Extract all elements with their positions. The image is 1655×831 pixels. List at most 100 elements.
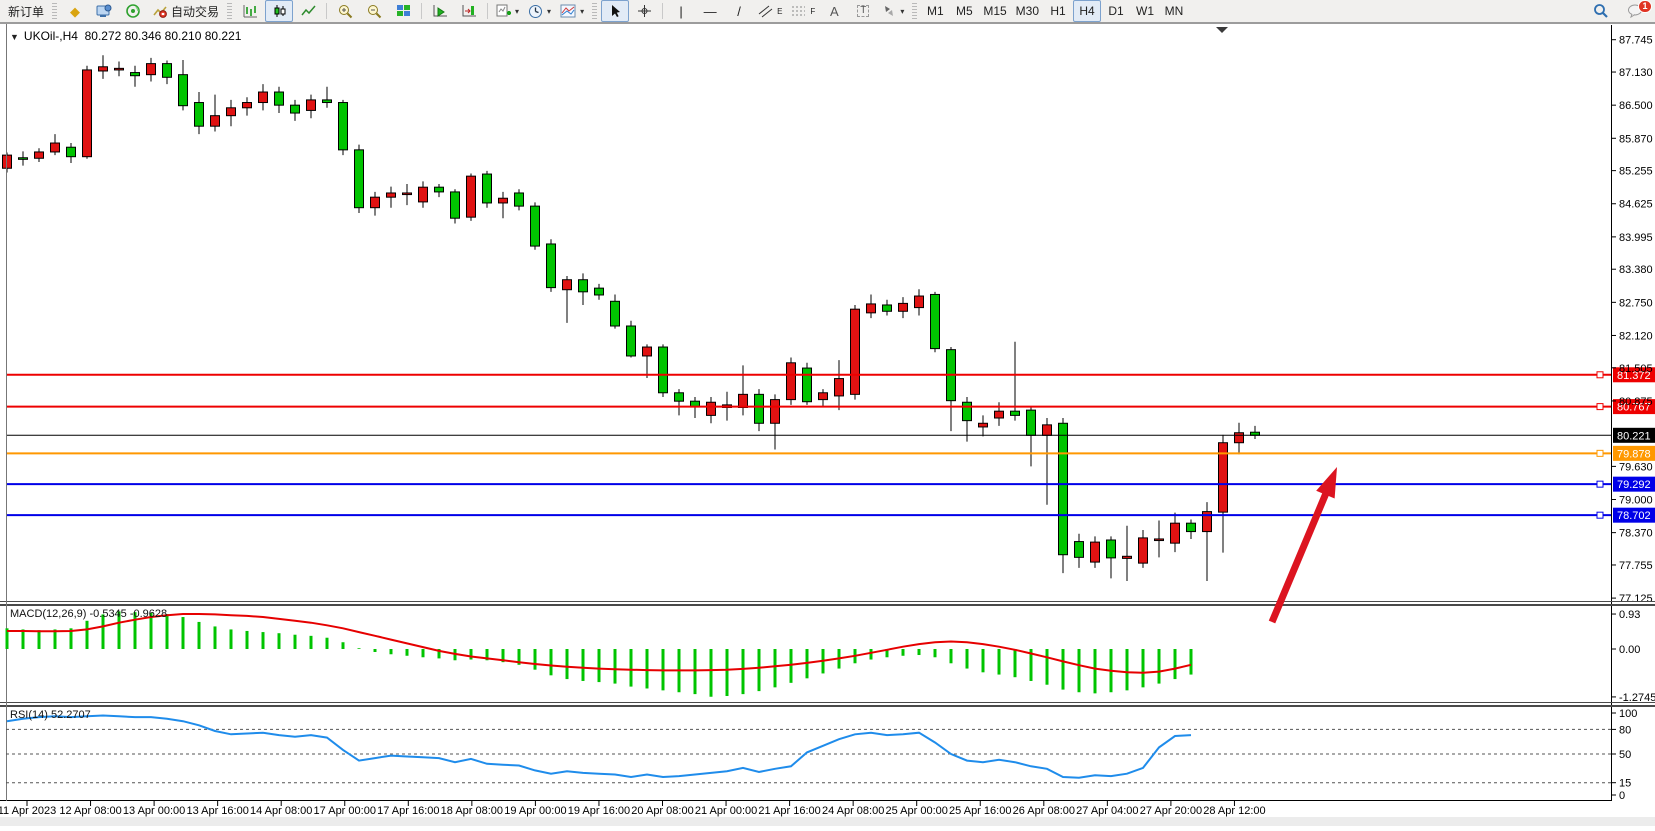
new-chart-button[interactable]: ▾ [492, 0, 523, 22]
svg-text:80.875: 80.875 [1619, 396, 1653, 408]
svg-text:85.870: 85.870 [1619, 133, 1653, 145]
horizontal-line-tool[interactable]: — [696, 0, 724, 22]
svg-text:79.878: 79.878 [1617, 448, 1651, 460]
svg-text:80.221: 80.221 [1617, 430, 1651, 442]
cursor-tool-button[interactable] [601, 0, 629, 22]
svg-text:25 Apr 00:00: 25 Apr 00:00 [886, 805, 948, 817]
label-icon: T [857, 5, 869, 17]
template-icon [560, 4, 576, 18]
metaeditor-icon[interactable]: ◆ [61, 0, 89, 22]
toolbar-grip[interactable] [227, 3, 232, 19]
svg-text:15: 15 [1619, 778, 1631, 790]
fibonacci-tool[interactable]: F [787, 0, 819, 22]
tile-windows-button[interactable] [389, 0, 417, 22]
timeframe-m1-button[interactable]: M1 [921, 0, 949, 22]
timeframe-m30-button[interactable]: M30 [1012, 0, 1043, 22]
zoom-out-button[interactable] [360, 0, 388, 22]
svg-text:100: 100 [1619, 708, 1637, 720]
toolbar-grip[interactable] [912, 3, 917, 19]
clock-icon [528, 4, 543, 19]
svg-text:27 Apr 20:00: 27 Apr 20:00 [1140, 805, 1202, 817]
svg-text:84.625: 84.625 [1619, 199, 1653, 211]
toolbar-grip[interactable] [592, 3, 597, 19]
chart-shift-icon [462, 4, 477, 18]
chart-title[interactable]: ▼UKOil-,H4 80.272 80.346 80.210 80.221 [10, 29, 241, 43]
bar-chart-type-button[interactable] [236, 0, 264, 22]
svg-text:17 Apr 16:00: 17 Apr 16:00 [377, 805, 439, 817]
crosshair-tool-button[interactable] [630, 0, 658, 22]
candlestick-icon [272, 4, 287, 18]
arrows-icon [882, 4, 896, 18]
new-order-button[interactable]: 新订单 [4, 0, 48, 22]
timeframe-d1-button[interactable]: D1 [1102, 0, 1130, 22]
channel-icon [758, 4, 774, 18]
timeframe-h1-button[interactable]: H1 [1044, 0, 1072, 22]
price-chart-canvas[interactable]: 81.37280.76780.22179.87879.29278.70287.7… [0, 23, 1655, 826]
svg-text:14 Apr 08:00: 14 Apr 08:00 [250, 805, 312, 817]
chart-shift-button[interactable] [455, 0, 483, 22]
periods-button[interactable]: ▾ [524, 0, 555, 22]
svg-text:87.745: 87.745 [1619, 35, 1653, 47]
trendline-icon: / [737, 5, 741, 18]
line-chart-type-button[interactable] [294, 0, 322, 22]
svg-text:11 Apr 2023: 11 Apr 2023 [0, 805, 56, 817]
autotrading-label: 自动交易 [171, 3, 219, 20]
bars-icon [243, 4, 258, 18]
timeframe-m5-button[interactable]: M5 [950, 0, 978, 22]
trendline-tool[interactable]: / [725, 0, 753, 22]
text-label-tool[interactable]: T [849, 0, 877, 22]
svg-text:77.755: 77.755 [1619, 560, 1653, 572]
svg-text:77.125: 77.125 [1619, 593, 1653, 605]
svg-text:12 Apr 08:00: 12 Apr 08:00 [59, 805, 121, 817]
diamond-icon: ◆ [70, 5, 80, 18]
svg-text:82.120: 82.120 [1619, 330, 1653, 342]
notifications-button[interactable]: 1 [1619, 0, 1651, 22]
chart-window: 81.37280.76780.22179.87879.29278.70287.7… [0, 23, 1655, 826]
strategy-tester-icon[interactable] [90, 0, 118, 22]
chevron-down-icon: ▾ [900, 7, 904, 16]
search-button[interactable] [1587, 0, 1615, 22]
svg-text:86.500: 86.500 [1619, 100, 1653, 112]
tile-windows-icon [396, 4, 411, 18]
toolbar-separator [662, 3, 663, 19]
macd-label[interactable]: MACD(12,26,9) -0.5345 -0.9628 [10, 608, 167, 620]
candlestick-chart-type-button[interactable] [265, 0, 293, 22]
autotrading-button[interactable]: 自动交易 [148, 0, 223, 22]
text-tool[interactable]: A [820, 0, 848, 22]
vertical-line-icon: | [679, 5, 682, 18]
new-chart-icon [496, 4, 511, 18]
channel-letter: E [777, 7, 782, 16]
zoom-in-button[interactable] [331, 0, 359, 22]
timeframe-mn-button[interactable]: MN [1160, 0, 1188, 22]
timeframe-h4-button[interactable]: H4 [1073, 0, 1101, 22]
timeframe-m15-button[interactable]: M15 [979, 0, 1010, 22]
equidistant-channel-tool[interactable]: E [754, 0, 786, 22]
toolbar-grip[interactable] [52, 3, 57, 19]
autotrading-icon [152, 4, 168, 18]
svg-text:13 Apr 16:00: 13 Apr 16:00 [186, 805, 248, 817]
data-window-icon[interactable] [119, 0, 147, 22]
svg-text:83.380: 83.380 [1619, 264, 1653, 276]
svg-text:24 Apr 08:00: 24 Apr 08:00 [822, 805, 884, 817]
rsi-label[interactable]: RSI(14) 52.2707 [10, 709, 91, 721]
templates-button[interactable]: ▾ [556, 0, 588, 22]
svg-text:20 Apr 08:00: 20 Apr 08:00 [631, 805, 693, 817]
svg-text:26 Apr 08:00: 26 Apr 08:00 [1013, 805, 1075, 817]
toolbar-separator [326, 3, 327, 19]
svg-text:81.505: 81.505 [1619, 363, 1653, 375]
macd-name: MACD(12,26,9) [10, 608, 86, 620]
svg-text:21 Apr 16:00: 21 Apr 16:00 [758, 805, 820, 817]
notification-badge: 1 [1638, 0, 1652, 13]
symbol-dropdown-icon[interactable]: ▼ [10, 32, 19, 42]
auto-scroll-button[interactable] [426, 0, 454, 22]
vertical-line-tool[interactable]: | [667, 0, 695, 22]
timeframe-w1-button[interactable]: W1 [1131, 0, 1159, 22]
ohlc-values: 80.272 80.346 80.210 80.221 [85, 29, 242, 43]
tester-monitor-icon [96, 4, 112, 18]
rsi-value: 52.2707 [51, 709, 91, 721]
arrows-tool[interactable]: ▾ [878, 0, 908, 22]
fibo-letter: F [810, 7, 815, 16]
search-icon [1593, 3, 1609, 19]
svg-text:78.370: 78.370 [1619, 528, 1653, 540]
chevron-down-icon: ▾ [515, 7, 519, 16]
